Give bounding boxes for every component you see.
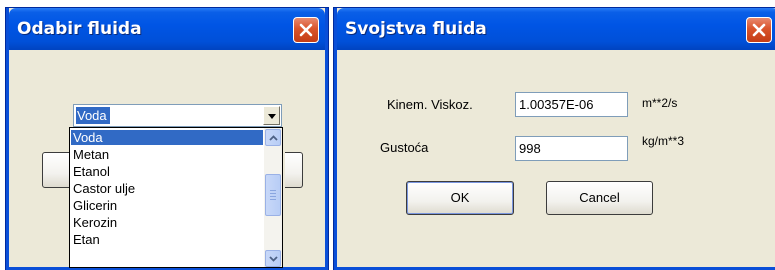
list-item[interactable]: Glicerin [71, 198, 263, 213]
density-field[interactable]: 998 [515, 136, 628, 161]
list-item[interactable]: Voda [71, 130, 263, 145]
viscosity-field[interactable]: 1.00357E-06 [515, 92, 628, 117]
chevron-down-icon [268, 114, 276, 119]
scroll-up-button[interactable] [265, 129, 281, 146]
close-icon [752, 23, 766, 37]
list-item[interactable]: Etanol [71, 164, 263, 179]
list-item[interactable]: Metan [71, 147, 263, 162]
dropdown-scrollbar[interactable] [264, 128, 282, 267]
fluid-properties-title: Svojstva fluida [345, 19, 487, 39]
close-button[interactable] [293, 17, 319, 43]
chevron-up-icon [269, 135, 278, 141]
density-unit: kg/m**3 [642, 134, 685, 148]
fluid-select-value: Voda [76, 107, 110, 124]
list-item[interactable]: Kerozin [71, 215, 263, 230]
hidden-button-right[interactable] [285, 152, 303, 188]
viscosity-unit: m**2/s [642, 96, 678, 110]
fluid-dropdown-list: Voda Metan Etanol Castor ulje Glicerin K… [69, 127, 283, 268]
cancel-button[interactable]: Cancel [546, 181, 653, 215]
list-item[interactable]: Etan [71, 232, 263, 247]
fluid-picker-titlebar[interactable]: Odabir fluida [9, 8, 325, 50]
density-label: Gustoća [380, 140, 429, 155]
ok-button[interactable]: OK [406, 181, 514, 215]
close-button[interactable] [746, 17, 772, 43]
list-item[interactable]: Castor ulje [71, 181, 263, 196]
viscosity-label: Kinem. Viskoz. [387, 97, 473, 112]
dropdown-toggle[interactable] [263, 106, 280, 125]
scroll-thumb[interactable] [265, 174, 281, 216]
close-icon [299, 23, 313, 37]
fluid-select[interactable]: Voda [73, 104, 282, 127]
chevron-down-icon [269, 256, 278, 262]
fluid-properties-body: Kinem. Viskoz. 1.00357E-06 m**2/s Gustoć… [337, 50, 775, 267]
fluid-picker-title: Odabir fluida [17, 19, 142, 39]
fluid-properties-titlebar[interactable]: Svojstva fluida [337, 8, 775, 50]
scroll-down-button[interactable] [265, 250, 281, 267]
fluid-properties-window: Svojstva fluida Kinem. Viskoz. 1.00357E-… [334, 8, 775, 270]
